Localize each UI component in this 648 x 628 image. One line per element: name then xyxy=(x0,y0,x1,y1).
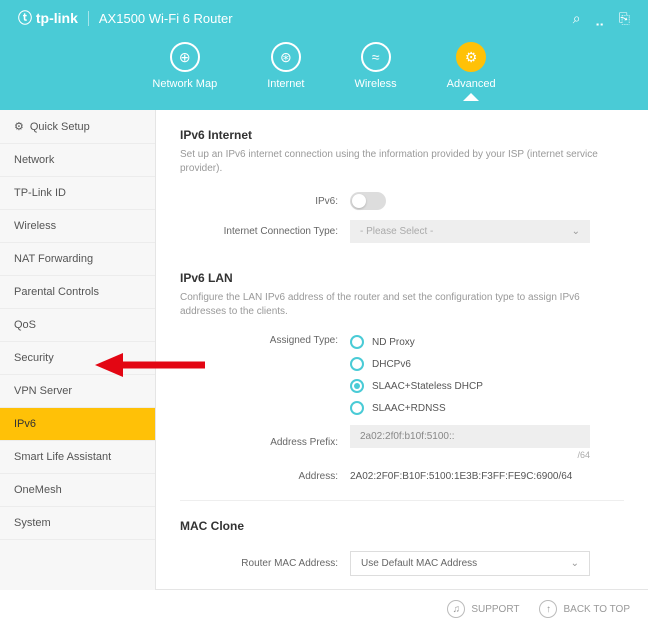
radio-slaac-rdnss[interactable]: SLAAC+RDNSS xyxy=(350,401,624,415)
internet-icon: ⊛ xyxy=(271,42,301,72)
gear-icon: ⚙ xyxy=(456,42,486,72)
sidebar-item-tplink-id[interactable]: TP-Link ID xyxy=(0,177,155,210)
sidebar-item-ipv6[interactable]: IPv6 xyxy=(0,408,155,441)
mac-label: Router MAC Address: xyxy=(180,558,350,569)
sidebar-item-wireless[interactable]: Wireless xyxy=(0,210,155,243)
sidebar-item-smartlife[interactable]: Smart Life Assistant xyxy=(0,441,155,474)
mac-select[interactable]: Use Default MAC Address ⌄ xyxy=(350,551,590,576)
address-value: 2A02:2F0F:B10F:5100:1E3B:F3FF:FE9C:6900/… xyxy=(350,471,572,482)
sidebar-item-onemesh[interactable]: OneMesh xyxy=(0,474,155,507)
section-title-ipv6-internet: IPv6 Internet xyxy=(180,128,624,142)
sidebar-item-network[interactable]: Network xyxy=(0,144,155,177)
tab-wireless[interactable]: ≈ Wireless xyxy=(355,42,397,90)
tab-internet[interactable]: ⊛ Internet xyxy=(267,42,304,90)
assigned-type-label: Assigned Type: xyxy=(180,335,350,346)
chevron-down-icon: ⌄ xyxy=(571,558,579,569)
address-label: Address: xyxy=(180,471,350,482)
wifi-icon: ≈ xyxy=(361,42,391,72)
logo-area: ⓣ tp-link AX1500 Wi-Fi 6 Router xyxy=(18,8,233,28)
back-to-top-button[interactable]: ↑ BACK TO TOP xyxy=(539,600,630,618)
content-panel: IPv6 Internet Set up an IPv6 internet co… xyxy=(156,110,648,590)
ipv6-toggle[interactable] xyxy=(350,192,386,210)
header: ⓣ tp-link AX1500 Wi-Fi 6 Router ⌕ ⣀ ⎘ ⊕ … xyxy=(0,0,648,110)
sidebar-item-system[interactable]: System xyxy=(0,507,155,540)
nav-tabs: ⊕ Network Map ⊛ Internet ≈ Wireless ⚙ Ad… xyxy=(0,36,648,90)
sidebar: ⚙Quick Setup Network TP-Link ID Wireless… xyxy=(0,110,156,590)
product-name: AX1500 Wi-Fi 6 Router xyxy=(88,11,233,26)
sidebar-item-security[interactable]: Security xyxy=(0,342,155,375)
ipv6-toggle-label: IPv6: xyxy=(180,196,350,207)
radio-slaac-stateless[interactable]: SLAAC+Stateless DHCP xyxy=(350,379,624,393)
support-button[interactable]: ♫ SUPPORT xyxy=(447,600,519,618)
brand-logo: ⓣ tp-link xyxy=(18,8,78,28)
prefix-suffix: /64 xyxy=(350,450,590,460)
sidebar-item-nat[interactable]: NAT Forwarding xyxy=(0,243,155,276)
download-icon[interactable]: ⣀ xyxy=(595,10,605,27)
radio-nd-proxy[interactable]: ND Proxy xyxy=(350,335,624,349)
logout-icon[interactable]: ⎘ xyxy=(619,10,630,27)
radio-dhcpv6[interactable]: DHCPv6 xyxy=(350,357,624,371)
arrow-up-icon: ↑ xyxy=(539,600,557,618)
gear-small-icon: ⚙ xyxy=(14,120,24,133)
search-icon[interactable]: ⌕ xyxy=(573,10,581,27)
globe-icon: ⊕ xyxy=(170,42,200,72)
section-desc-lan: Configure the LAN IPv6 address of the ro… xyxy=(180,291,624,319)
headset-icon: ♫ xyxy=(447,600,465,618)
tab-advanced[interactable]: ⚙ Advanced xyxy=(447,42,496,90)
footer: ♫ SUPPORT ↑ BACK TO TOP xyxy=(156,589,648,628)
sidebar-item-vpn[interactable]: VPN Server xyxy=(0,375,155,408)
section-title-mac-clone: MAC Clone xyxy=(180,519,624,533)
section-desc: Set up an IPv6 internet connection using… xyxy=(180,148,624,176)
sidebar-item-parental[interactable]: Parental Controls xyxy=(0,276,155,309)
conn-type-select[interactable]: - Please Select - ⌄ xyxy=(350,220,590,243)
sidebar-item-qos[interactable]: QoS xyxy=(0,309,155,342)
prefix-input[interactable] xyxy=(350,425,590,448)
tab-network-map[interactable]: ⊕ Network Map xyxy=(152,42,217,90)
chevron-down-icon: ⌄ xyxy=(572,226,580,237)
sidebar-item-quick-setup[interactable]: ⚙Quick Setup xyxy=(0,110,155,144)
prefix-label: Address Prefix: xyxy=(180,437,350,448)
conn-type-label: Internet Connection Type: xyxy=(180,226,350,237)
section-title-ipv6-lan: IPv6 LAN xyxy=(180,271,624,285)
